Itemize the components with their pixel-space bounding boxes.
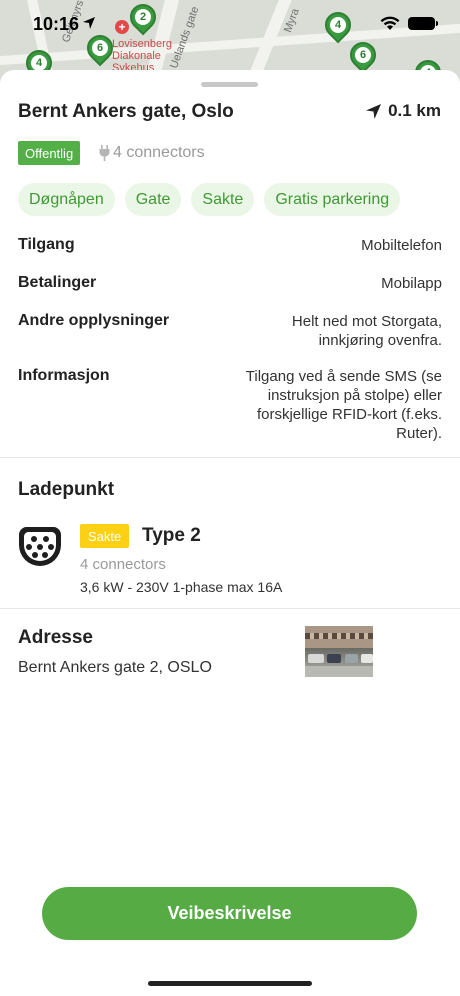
plug-icon: [99, 145, 110, 161]
tag-chip: Gate: [124, 183, 182, 216]
photo-car: [327, 654, 341, 663]
type2-connector-icon: [18, 527, 62, 566]
location-arrow-icon: [83, 17, 95, 29]
station-detail-sheet: Bernt Ankers gate, Oslo 0.1 km Offentlig…: [0, 70, 460, 996]
map-poi-label-line: Diakonale: [112, 50, 161, 62]
distance-indicator: 0.1 km: [365, 101, 441, 121]
detail-value: Mobiltelefon: [361, 237, 442, 254]
detail-row-access: Tilgang Mobiltelefon: [18, 236, 442, 255]
connector-count: 4 connectors: [80, 556, 166, 573]
detail-value: Mobilapp: [381, 275, 442, 292]
photo-road: [305, 666, 373, 677]
detail-value: Helt ned mot Storgata, innkjøring ovenfr…: [291, 313, 442, 349]
speed-badge: Sakte: [80, 524, 130, 548]
section-divider: [0, 608, 460, 609]
detail-row-other-info: Andre opplysninger Helt ned mot Storgata…: [18, 312, 442, 350]
section-divider: [0, 457, 460, 458]
photo-windows: [305, 633, 373, 639]
connector-type: Type 2: [142, 525, 201, 546]
navigation-arrow-icon: [366, 103, 382, 119]
charge-point-section-title: Ladepunkt: [18, 479, 115, 500]
detail-key: Betalinger: [18, 274, 97, 291]
street-photo[interactable]: [305, 626, 373, 677]
connectors-summary-text: 4 connectors: [113, 144, 205, 161]
battery-icon: [408, 17, 438, 30]
detail-key: Informasjon: [18, 367, 110, 384]
station-title: Bernt Ankers gate, Oslo: [18, 101, 234, 122]
tag-list: Døgnåpen Gate Sakte Gratis parkering: [18, 183, 401, 216]
home-indicator: [148, 981, 312, 986]
detail-value: Tilgang ved å sende SMS (se instruksjon …: [245, 368, 442, 442]
distance-value: 0.1 km: [388, 101, 441, 120]
pin-count: 4: [31, 55, 47, 71]
photo-car: [308, 654, 324, 663]
address-section-title: Adresse: [18, 627, 93, 648]
status-bar: 10:16: [0, 0, 460, 50]
wifi-icon: [380, 16, 400, 30]
status-time: 10:16: [33, 14, 80, 34]
tag-chip: Gratis parkering: [264, 183, 401, 216]
detail-row-payment: Betalinger Mobilapp: [18, 274, 442, 293]
access-badge: Offentlig: [18, 141, 81, 165]
detail-key: Tilgang: [18, 236, 75, 253]
photo-car: [345, 654, 358, 663]
address-text: Bernt Ankers gate 2, OSLO: [18, 659, 212, 676]
tag-chip: Døgnåpen: [18, 183, 115, 216]
connector-power: 3,6 kW - 230V 1-phase max 16A: [80, 579, 283, 595]
photo-car: [361, 654, 373, 663]
sheet-grabber[interactable]: [201, 82, 258, 87]
tag-chip: Sakte: [191, 183, 255, 216]
detail-row-information: Informasjon Tilgang ved å sende SMS (se …: [18, 367, 442, 443]
detail-key: Andre opplysninger: [18, 312, 170, 329]
directions-button[interactable]: Veibeskrivelse: [42, 887, 417, 940]
connectors-summary: 4 connectors: [99, 144, 205, 162]
